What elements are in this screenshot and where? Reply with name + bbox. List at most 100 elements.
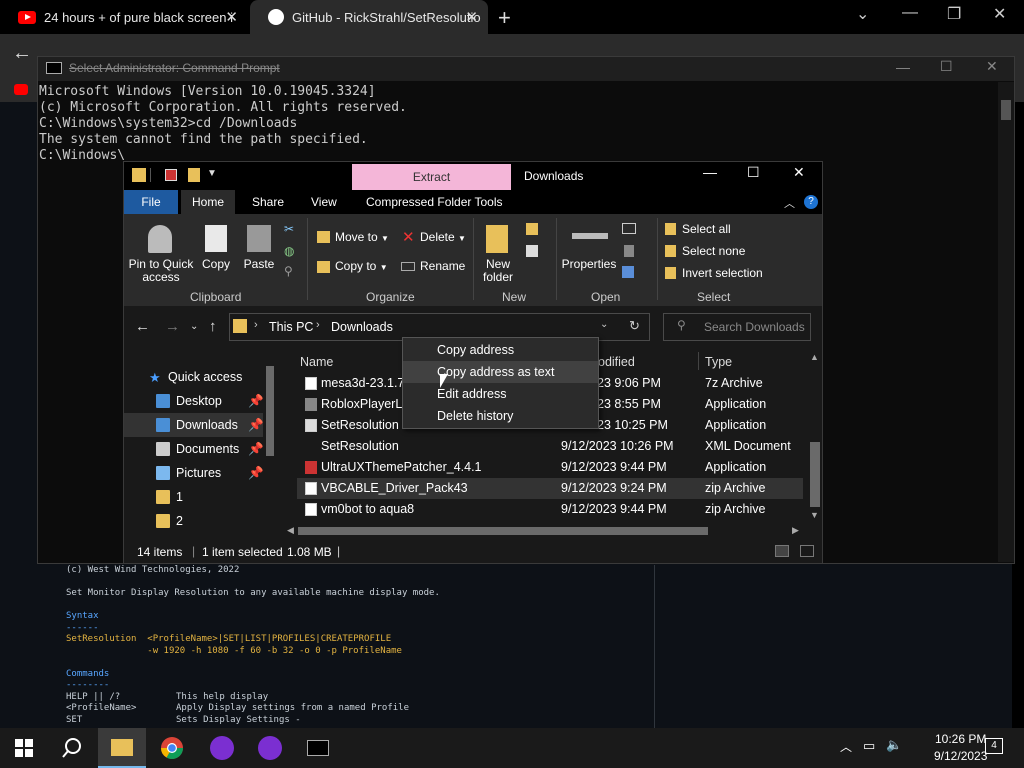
- column-date-modified[interactable]: odified: [598, 355, 635, 369]
- scroll-left-icon[interactable]: ◀: [287, 525, 294, 536]
- explorer-minimize-button[interactable]: —: [703, 164, 717, 180]
- nav-documents[interactable]: Documents 📌: [124, 437, 264, 461]
- file-row[interactable]: SetResolution 9/12/2023 10:26 PM XML Docum…: [297, 436, 803, 457]
- paste-button[interactable]: Paste: [242, 258, 276, 271]
- network-icon[interactable]: ▭: [863, 738, 875, 754]
- youtube-bookmark-icon[interactable]: [14, 84, 28, 95]
- taskbar-app-purple-2[interactable]: [246, 728, 294, 768]
- copy-button[interactable]: Copy: [200, 258, 232, 271]
- new-folder-quick-icon[interactable]: [188, 168, 200, 182]
- paste-shortcut-icon[interactable]: ⚲: [284, 264, 293, 278]
- help-icon[interactable]: ?: [804, 195, 818, 209]
- edit-icon[interactable]: [624, 245, 634, 257]
- cmd-maximize-button[interactable]: ☐: [940, 58, 953, 75]
- restore-button[interactable]: ❐: [947, 4, 961, 24]
- tab-search-icon[interactable]: ⌄: [856, 4, 869, 24]
- recent-locations-icon[interactable]: ⌄: [190, 321, 198, 332]
- nav-folder-1[interactable]: 1: [124, 485, 264, 509]
- column-divider[interactable]: [698, 352, 699, 370]
- notification-center-icon[interactable]: 4: [985, 738, 1003, 754]
- explorer-close-button[interactable]: ✕: [793, 164, 805, 181]
- properties-button[interactable]: Properties: [560, 258, 618, 271]
- cmd-close-button[interactable]: ✕: [986, 58, 998, 75]
- taskbar-app-purple-1[interactable]: [198, 728, 246, 768]
- close-button[interactable]: ✕: [993, 4, 1006, 24]
- close-tab-icon[interactable]: ✕: [465, 8, 478, 26]
- nav-scroll-thumb[interactable]: [266, 366, 274, 456]
- collapse-ribbon-icon[interactable]: ︿: [784, 195, 795, 211]
- command-row: SET Sets Display Settings -: [66, 715, 622, 727]
- browser-tab-github[interactable]: GitHub - RickStrahl/SetResolutio ✕: [250, 0, 488, 34]
- start-button[interactable]: [0, 728, 48, 768]
- file-row-selected[interactable]: VBCABLE_Driver_Pack43 9/12/2023 9:24 PM zi…: [297, 478, 803, 499]
- easy-access-icon[interactable]: [526, 245, 538, 257]
- breadcrumb-this-pc[interactable]: This PC: [269, 320, 313, 334]
- tab-file[interactable]: File: [124, 190, 178, 214]
- details-view-icon[interactable]: [775, 545, 789, 557]
- breadcrumb-downloads[interactable]: Downloads: [331, 320, 393, 334]
- move-to-button[interactable]: Move to ▼: [335, 231, 389, 245]
- tab-home[interactable]: Home: [181, 190, 235, 214]
- properties-quick-icon[interactable]: [165, 169, 177, 181]
- column-type[interactable]: Type: [705, 355, 732, 369]
- chevron-down-icon[interactable]: ▼: [207, 168, 217, 179]
- copy-to-button[interactable]: Copy to ▼: [335, 260, 388, 274]
- cmd-output[interactable]: Microsoft Windows [Version 10.0.19045.33…: [39, 84, 407, 164]
- volume-icon[interactable]: 🔈: [886, 737, 902, 753]
- tab-view[interactable]: View: [299, 190, 349, 214]
- nav-downloads[interactable]: Downloads 📌: [124, 413, 264, 437]
- extract-contextual-tab[interactable]: Extract: [352, 164, 511, 190]
- file-list-scroll-thumb[interactable]: [810, 442, 820, 507]
- nav-label: Downloads: [176, 418, 238, 432]
- chevron-up-icon[interactable]: ︿: [840, 738, 852, 755]
- browser-tab-youtube[interactable]: 24 hours + of pure black screen i ✕: [0, 0, 248, 34]
- open-icon[interactable]: [622, 223, 636, 234]
- cut-icon[interactable]: ✂: [284, 222, 294, 236]
- chevron-down-icon[interactable]: ⌄: [600, 319, 608, 330]
- clock[interactable]: 10:26 PM 9/12/2023: [934, 731, 987, 765]
- nav-desktop[interactable]: Desktop 📌: [124, 389, 264, 413]
- forward-icon[interactable]: →: [165, 318, 180, 335]
- taskbar-file-explorer[interactable]: [98, 728, 146, 768]
- menu-edit-address[interactable]: Edit address: [403, 383, 598, 405]
- tab-compressed-folder-tools[interactable]: Compressed Folder Tools: [354, 190, 515, 214]
- file-row[interactable]: UltraUXThemePatcher_4.4.1 9/12/2023 9:44 …: [297, 457, 803, 478]
- new-item-icon[interactable]: [526, 223, 538, 235]
- taskbar-chrome[interactable]: [148, 728, 196, 768]
- large-icons-view-icon[interactable]: [800, 545, 814, 557]
- back-icon[interactable]: ←: [12, 42, 32, 65]
- column-name[interactable]: Name: [300, 355, 333, 369]
- cmd-minimize-button[interactable]: —: [896, 59, 910, 75]
- select-none-button[interactable]: Select none: [682, 245, 745, 258]
- pin-to-quick-access-button[interactable]: Pin to Quick access: [128, 258, 194, 284]
- cmd-scroll-thumb[interactable]: [1001, 100, 1011, 120]
- back-icon[interactable]: ←: [135, 318, 150, 335]
- scroll-right-icon[interactable]: ▶: [792, 525, 799, 536]
- tab-share[interactable]: Share: [240, 190, 296, 214]
- menu-copy-address-as-text[interactable]: Copy address as text: [403, 361, 598, 383]
- invert-selection-button[interactable]: Invert selection: [682, 267, 763, 280]
- menu-delete-history[interactable]: Delete history: [403, 405, 598, 427]
- history-icon[interactable]: [622, 266, 634, 278]
- nav-pictures[interactable]: Pictures 📌: [124, 461, 264, 485]
- close-tab-icon[interactable]: ✕: [225, 8, 238, 26]
- scroll-up-icon[interactable]: ▲: [810, 352, 819, 362]
- select-all-button[interactable]: Select all: [682, 223, 731, 236]
- search-button[interactable]: [48, 728, 96, 768]
- minimize-button[interactable]: —: [902, 4, 918, 22]
- new-tab-button[interactable]: +: [498, 5, 511, 31]
- scroll-down-icon[interactable]: ▼: [810, 510, 819, 520]
- up-icon[interactable]: ↑: [209, 318, 217, 335]
- horizontal-scroll-thumb[interactable]: [298, 527, 708, 535]
- copy-path-icon[interactable]: ◍: [284, 244, 294, 258]
- cmd-scrollbar[interactable]: [998, 82, 1014, 562]
- nav-folder-2[interactable]: 2: [124, 509, 264, 533]
- taskbar-command-prompt[interactable]: [294, 728, 342, 768]
- rename-button[interactable]: Rename: [420, 260, 465, 273]
- menu-copy-address[interactable]: Copy address: [403, 339, 598, 361]
- explorer-maximize-button[interactable]: ☐: [747, 164, 760, 181]
- file-row[interactable]: vm0bot to aqua8 9/12/2023 9:44 PM zip Arch…: [297, 499, 803, 520]
- new-folder-button[interactable]: New folder: [478, 258, 518, 284]
- delete-button[interactable]: Delete ▼: [420, 231, 466, 245]
- refresh-icon[interactable]: ↻: [629, 318, 640, 334]
